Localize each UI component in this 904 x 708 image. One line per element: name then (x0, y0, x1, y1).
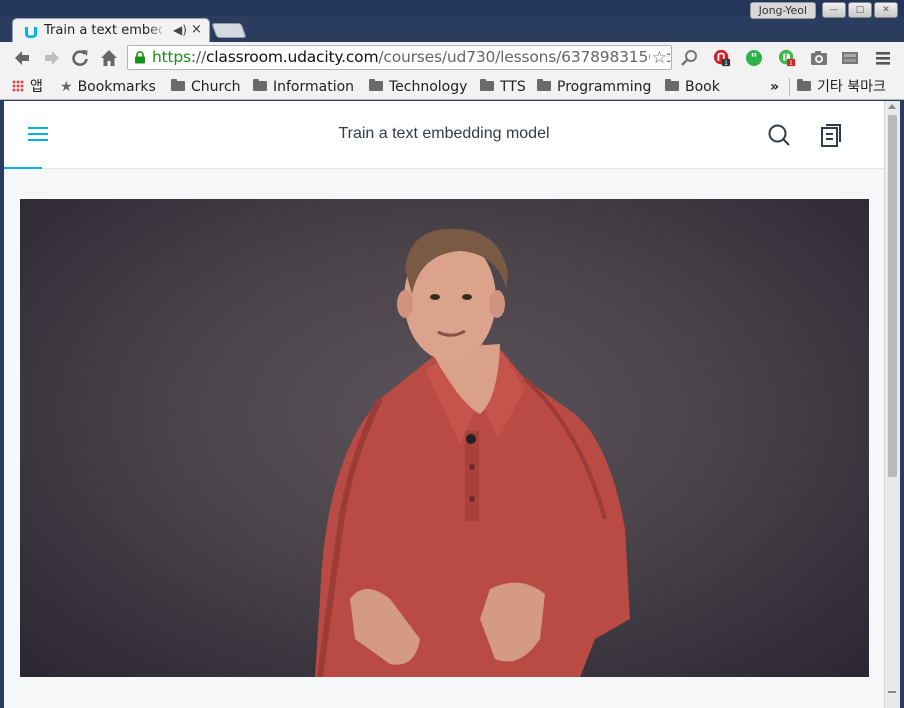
folder-icon (369, 79, 383, 91)
folder-icon (665, 79, 679, 91)
bookmark-folder-church[interactable]: Church (171, 77, 241, 97)
star-icon: ★ (60, 79, 73, 95)
search-icon[interactable] (767, 123, 791, 147)
bookmarks-overflow-button[interactable]: » (770, 77, 779, 97)
classroom-header: Train a text embedding model (4, 101, 884, 169)
quote-extension-icon[interactable]: " (745, 49, 763, 67)
bookmark-folder-technology[interactable]: Technology (369, 77, 467, 97)
svg-text:": " (751, 52, 758, 67)
star-icon[interactable]: ☆ (649, 48, 667, 68)
folder-icon (480, 79, 494, 91)
lesson-video[interactable] (20, 199, 869, 677)
bookmark-bookmarks[interactable]: ★ Bookmarks (60, 77, 156, 97)
menu-active-indicator (4, 167, 42, 169)
scrollbar-thumb[interactable] (888, 115, 897, 477)
camera-extension-icon[interactable] (810, 49, 828, 67)
page-title: Train a text embedding model (338, 125, 550, 142)
tab-close-icon[interactable]: × (191, 22, 202, 37)
presenter-image (315, 228, 630, 677)
bookmark-folder-tts[interactable]: TTS (480, 77, 526, 97)
home-icon[interactable] (99, 48, 119, 68)
folder-icon (537, 79, 551, 91)
bookmark-folder-programming[interactable]: Programming (537, 77, 651, 97)
lock-icon (135, 51, 145, 64)
bookmarks-bar: 앱 ★ Bookmarks Church Information Technolo… (0, 74, 904, 100)
folder-icon (171, 79, 185, 91)
browser-window: Jong-Yeol — □ ✕ Train a text embedding m… (0, 0, 904, 708)
scroll-up-arrow-icon[interactable] (888, 104, 896, 109)
notes-icon[interactable] (820, 122, 844, 148)
adblock-extension-icon[interactable]: 1 (713, 49, 731, 67)
speaker-icon[interactable]: ◀) (173, 23, 187, 37)
id-extension-icon[interactable]: 1 (778, 49, 796, 67)
chrome-menu-icon[interactable] (874, 49, 892, 67)
browser-toolbar: https://classroom.udacity.com/courses/ud… (0, 42, 904, 74)
active-tab[interactable]: Train a text embedding model ◀) × (12, 18, 210, 44)
page-viewport: Train a text embedding model (4, 101, 900, 708)
bookmark-folder-other[interactable]: 기타 북마크 (797, 77, 886, 97)
tab-strip: Train a text embedding model ◀) × (0, 16, 904, 44)
folder-icon (797, 79, 811, 91)
arrow-right-icon[interactable] (42, 48, 62, 68)
scroll-down-arrow-icon[interactable] (888, 691, 896, 693)
arrow-left-icon[interactable] (12, 48, 32, 68)
svg-text:1: 1 (724, 60, 728, 67)
bookmark-apps[interactable]: 앱 (12, 77, 43, 97)
screen-extension-icon[interactable] (841, 49, 859, 67)
bookmark-folder-information[interactable]: Information (253, 77, 354, 97)
page-scrollbar[interactable] (884, 101, 900, 708)
search-extension-icon[interactable] (680, 49, 698, 67)
new-tab-button[interactable] (211, 23, 247, 38)
udacity-icon (25, 27, 37, 38)
reload-icon[interactable] (70, 48, 90, 68)
bookmark-folder-book[interactable]: Book (665, 77, 720, 97)
url-text: https://classroom.udacity.com/courses/ud… (152, 48, 672, 66)
address-bar[interactable]: https://classroom.udacity.com/courses/ud… (127, 45, 672, 70)
apps-grid-icon (12, 80, 24, 92)
svg-text:1: 1 (789, 60, 793, 67)
title-bar: Jong-Yeol — □ ✕ (0, 0, 904, 19)
tab-title: Train a text embedding model (44, 23, 162, 38)
folder-icon (253, 79, 267, 91)
